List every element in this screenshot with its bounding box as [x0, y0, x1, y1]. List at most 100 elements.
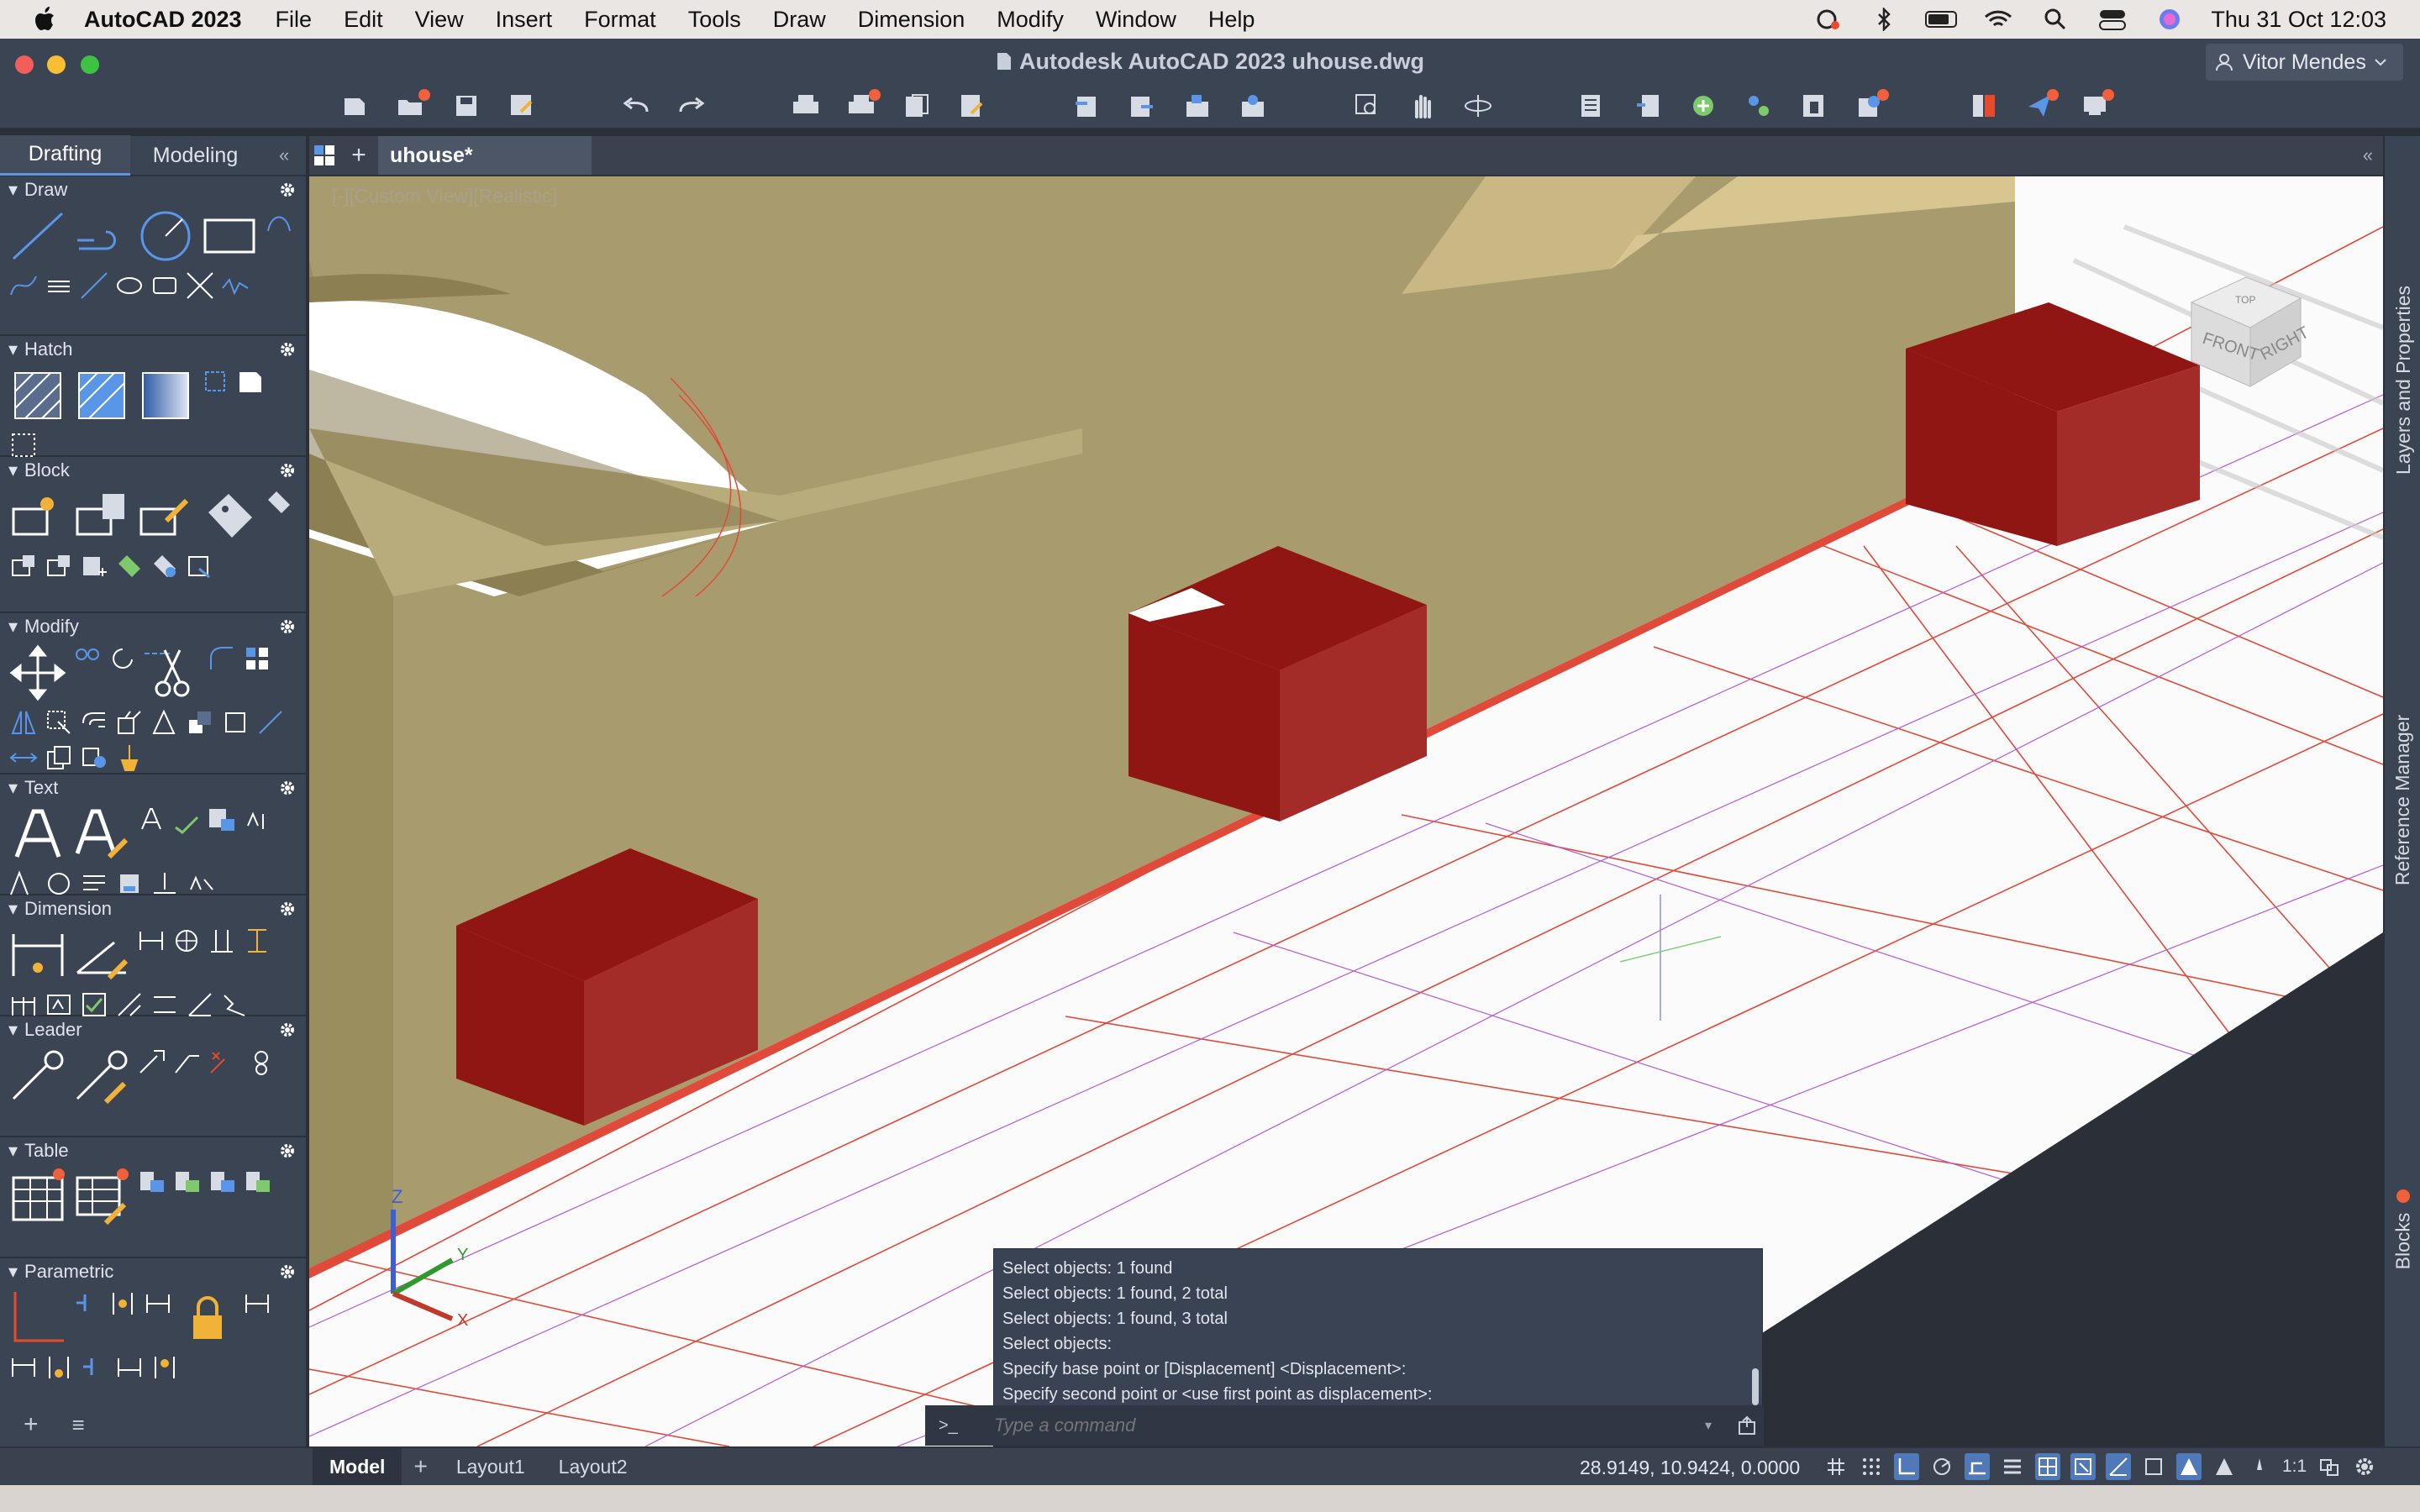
collinear-icon[interactable] — [108, 1289, 138, 1319]
workspace-switch-icon[interactable] — [2317, 1453, 2342, 1480]
new-tab-button[interactable]: + — [339, 141, 378, 170]
data-link-icon[interactable] — [171, 1168, 202, 1198]
import-icon[interactable] — [1067, 89, 1106, 123]
table-icon[interactable] — [8, 1168, 67, 1226]
block-tool-2-icon[interactable] — [44, 551, 74, 581]
start-tab-icon[interactable] — [309, 144, 339, 166]
menu-insert[interactable]: Insert — [496, 7, 553, 33]
bluetooth-icon[interactable] — [1868, 7, 1900, 32]
gear-icon[interactable] — [279, 181, 296, 198]
collapse-triangle-icon[interactable]: ▾ — [8, 1140, 18, 1162]
dimension-jogged-icon[interactable] — [220, 990, 250, 1020]
polar-toggle-icon[interactable] — [1929, 1453, 1954, 1480]
menu-modify[interactable]: Modify — [997, 7, 1064, 33]
parallel-constraint-icon[interactable] — [44, 1352, 74, 1383]
table-edit-icon[interactable] — [72, 1168, 131, 1226]
join-tool-icon[interactable] — [8, 743, 39, 773]
auto-scale-icon[interactable] — [2212, 1453, 2237, 1480]
rectangle-small-tool-icon[interactable] — [150, 270, 180, 301]
text-style-icon[interactable] — [136, 805, 166, 835]
fillet-tool-icon[interactable] — [207, 643, 237, 674]
creative-cloud-icon[interactable] — [1811, 7, 1843, 32]
block-tool-6-icon[interactable] — [185, 551, 215, 581]
text-edit-icon[interactable] — [8, 869, 39, 899]
grid-toggle-icon[interactable] — [1823, 1453, 1849, 1480]
command-dropdown-icon[interactable]: ▾ — [1705, 1417, 1730, 1434]
symmetric-constraint-icon[interactable] — [114, 1352, 145, 1383]
layer-icon[interactable] — [1628, 89, 1667, 123]
zoom-icon[interactable] — [1348, 89, 1386, 123]
collapse-palette-icon[interactable]: « — [279, 144, 289, 166]
spline-tool-icon[interactable] — [8, 270, 39, 301]
break-tool-icon[interactable] — [255, 707, 286, 738]
array-tool-icon[interactable] — [242, 643, 272, 674]
menu-edit[interactable]: Edit — [344, 7, 383, 33]
erase-tool-icon[interactable] — [185, 707, 215, 738]
text-align-icon[interactable] — [114, 869, 145, 899]
menu-format[interactable]: Format — [584, 7, 656, 33]
insert-block-icon[interactable] — [8, 487, 67, 546]
spell-check-icon[interactable] — [171, 805, 202, 835]
layout-tab-model[interactable]: Model — [313, 1448, 402, 1485]
line-tool-icon[interactable] — [8, 207, 67, 265]
pdf-text-icon[interactable] — [185, 869, 215, 899]
open-icon[interactable] — [392, 89, 430, 123]
collapse-triangle-icon[interactable]: ▾ — [8, 616, 18, 638]
annotation-scale-icon[interactable] — [2247, 1453, 2272, 1480]
linear-constraint-icon[interactable] — [8, 1352, 39, 1383]
center-mark-icon[interactable] — [171, 926, 202, 956]
add-leader-icon[interactable] — [136, 1047, 166, 1077]
app-menu[interactable]: AutoCAD 2023 — [84, 7, 242, 33]
boundary-tool-icon[interactable] — [200, 366, 230, 396]
linear-dimension-icon[interactable] — [8, 926, 67, 984]
menu-draw[interactable]: Draw — [773, 7, 826, 33]
gradient-hatch-tool-icon[interactable] — [72, 366, 131, 425]
viewcube-top-face[interactable]: TOP — [2235, 294, 2255, 306]
tab-drafting[interactable]: Drafting — [0, 135, 130, 176]
menu-file[interactable]: File — [276, 7, 313, 33]
transparency-toggle-icon[interactable] — [2035, 1453, 2060, 1480]
plot-preview-icon[interactable] — [897, 89, 936, 123]
dimension-edit-icon[interactable] — [72, 926, 131, 984]
hatch-tool-icon[interactable] — [8, 366, 67, 425]
revcloud-tool-icon[interactable] — [220, 270, 250, 301]
menu-window[interactable]: Window — [1096, 7, 1176, 33]
save-as-icon[interactable] — [502, 89, 541, 123]
add-panel-icon[interactable]: + — [24, 1410, 39, 1439]
status-settings-gear-icon[interactable] — [2352, 1453, 2377, 1480]
wifi-icon[interactable] — [1982, 7, 2014, 32]
multiline-text-icon[interactable] — [8, 805, 67, 864]
user-account-button[interactable]: Vitor Mendes — [2206, 44, 2403, 81]
move-tool-icon[interactable] — [8, 643, 67, 702]
dimension-update-icon[interactable] — [79, 990, 109, 1020]
find-text-icon[interactable] — [207, 805, 237, 835]
aligned-dimension-icon[interactable] — [136, 926, 166, 956]
circle-tool-icon[interactable] — [136, 207, 195, 265]
sheet-set-icon[interactable] — [1234, 89, 1272, 123]
gear-icon[interactable] — [279, 780, 296, 796]
gear-icon[interactable] — [279, 618, 296, 635]
cursor-coordinates[interactable]: 28.9149, 10.9424, 0.0000 — [1580, 1457, 1800, 1479]
layout-tab-layout2[interactable]: Layout2 — [542, 1448, 644, 1485]
ray-tool-icon[interactable] — [79, 270, 109, 301]
undo-icon[interactable] — [617, 89, 655, 123]
block-tool-1-icon[interactable] — [8, 551, 39, 581]
purge-tool-icon[interactable] — [114, 743, 145, 773]
equal-constraint-icon[interactable] — [150, 1352, 180, 1383]
palette-menu-icon[interactable]: ≡ — [72, 1412, 85, 1438]
command-share-icon[interactable] — [1730, 1415, 1764, 1436]
xline-tool-icon[interactable] — [185, 270, 215, 301]
edit-block-icon[interactable] — [136, 487, 195, 546]
multileader-edit-icon[interactable] — [72, 1047, 131, 1105]
polyline-tool-icon[interactable] — [72, 207, 131, 265]
block-icon[interactable] — [1739, 89, 1778, 123]
edit-attribute-icon[interactable] — [200, 487, 259, 546]
search-icon[interactable] — [2039, 7, 2071, 32]
baseline-dimension-icon[interactable] — [207, 926, 237, 956]
collapse-triangle-icon[interactable]: ▾ — [8, 1261, 18, 1283]
trim-tool-icon[interactable] — [143, 643, 202, 702]
dimension-break-icon[interactable] — [114, 990, 145, 1020]
menu-view[interactable]: View — [415, 7, 464, 33]
quick-dimension-icon[interactable] — [44, 990, 74, 1020]
chamfer-tool-icon[interactable] — [220, 707, 250, 738]
